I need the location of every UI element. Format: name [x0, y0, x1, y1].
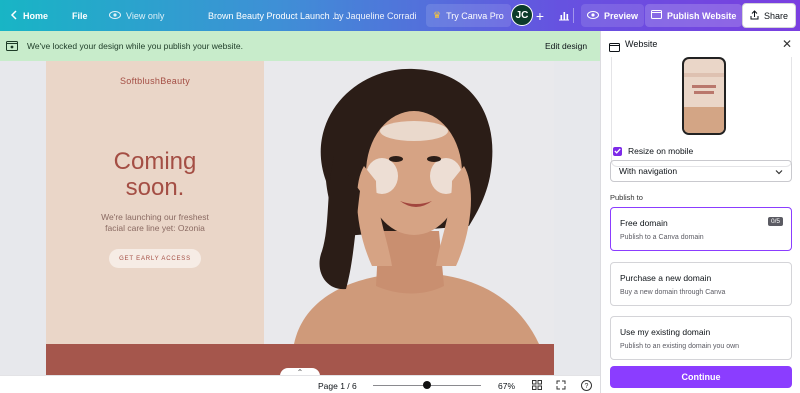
document-title[interactable]: Brown Beauty Product Launch ... [208, 0, 340, 31]
purchase-domain-option[interactable]: Purchase a new domain Buy a new domain t… [610, 262, 792, 306]
try-pro-label: Try Canva Pro [446, 10, 504, 21]
publish-website-panel: Website ✕ Resize on mobile With navigati… [600, 31, 800, 393]
subheading: We're launching our freshest facial care… [76, 212, 234, 234]
resize-on-mobile-option[interactable]: Resize on mobile [613, 146, 693, 156]
continue-button[interactable]: Continue [610, 366, 792, 388]
add-collaborator-plus-icon[interactable]: + [534, 0, 546, 31]
eye-icon [587, 10, 599, 21]
lock-website-icon [6, 41, 18, 53]
zoom-level[interactable]: 67% [498, 381, 515, 391]
design-canvas: SoftblushBeauty Coming soon. We're launc… [0, 61, 600, 375]
view-only-label: View only [126, 10, 165, 21]
resize-label: Resize on mobile [628, 146, 694, 156]
option-title: Free domain [620, 218, 668, 228]
navigation-select[interactable]: With navigation [610, 160, 792, 182]
option-subtitle: Buy a new domain through Canva [620, 289, 726, 296]
headline-line-2: soon. [125, 174, 185, 201]
grid-view-icon[interactable] [531, 379, 543, 391]
document-author: by Jaqueline Corradi [334, 10, 417, 21]
bottom-bar: Page 1 / 6 67% ? [0, 375, 600, 393]
publish-website-button[interactable]: Publish Website [645, 4, 743, 27]
page-indicator[interactable]: Page 1 / 6 [318, 381, 357, 391]
share-label: Share [764, 10, 789, 21]
brand-name: SoftblushBeauty [119, 76, 191, 86]
text-panel: SoftblushBeauty Coming soon. We're launc… [46, 61, 264, 344]
home-button[interactable]: Home [10, 0, 48, 31]
fullscreen-icon[interactable] [555, 379, 567, 391]
option-title: Purchase a new domain [620, 273, 712, 283]
try-canva-pro-button[interactable]: ♛ Try Canva Pro [426, 4, 511, 27]
panel-title: Website [625, 39, 658, 49]
free-domain-option[interactable]: Free domain 0/5 Publish to a Canva domai… [610, 207, 792, 251]
navigation-select-value: With navigation [619, 166, 678, 176]
chevron-left-icon [10, 9, 18, 22]
view-only-indicator[interactable]: View only [109, 0, 164, 31]
headline-line-1: Coming [113, 148, 197, 175]
chevron-down-icon [775, 167, 783, 177]
phone-mockup [682, 57, 726, 135]
existing-domain-option[interactable]: Use my existing domain Publish to an exi… [610, 316, 792, 360]
top-bar: Home File View only Brown Beauty Product… [0, 0, 800, 31]
option-subtitle: Publish to a Canva domain [620, 234, 704, 241]
website-icon [651, 10, 662, 21]
preview-label: Preview [604, 10, 639, 21]
crown-icon: ♛ [433, 10, 442, 20]
preview-button[interactable]: Preview [581, 4, 645, 27]
home-label: Home [23, 10, 49, 21]
design-page[interactable]: SoftblushBeauty Coming soon. We're launc… [46, 61, 554, 375]
edit-design-button[interactable]: Edit design [537, 37, 596, 55]
option-subtitle: Publish to an existing domain you own [620, 343, 740, 350]
publish-label: Publish Website [667, 10, 737, 21]
phone-screen [684, 59, 724, 133]
zoom-slider-handle[interactable] [423, 381, 431, 389]
website-icon [609, 39, 620, 57]
usage-badge: 0/5 [767, 217, 783, 226]
headline: Coming soon. [46, 149, 264, 201]
close-icon[interactable]: ✕ [782, 37, 792, 51]
eye-icon [109, 10, 121, 21]
share-upload-icon [750, 9, 759, 22]
banner-message: We've locked your design while you publi… [27, 41, 243, 51]
panel-header: Website ✕ [601, 31, 800, 57]
toolbar-divider [573, 8, 574, 23]
model-photo [264, 61, 554, 344]
resize-checkbox[interactable] [613, 146, 622, 156]
locked-banner: We've locked your design while you publi… [0, 31, 600, 61]
subheading-line-1: We're launching our freshest [101, 212, 209, 222]
svg-text:?: ? [584, 383, 588, 390]
subheading-line-2: facial care line yet: Ozonia [105, 223, 205, 233]
get-early-access-button[interactable]: GET EARLY ACCESS [109, 249, 201, 268]
publish-to-label: Publish to [610, 193, 643, 202]
help-icon[interactable]: ? [580, 379, 592, 391]
option-title: Use my existing domain [620, 327, 711, 337]
insights-chart-icon[interactable] [553, 0, 575, 31]
file-menu[interactable]: File [72, 0, 88, 31]
avatar[interactable]: JC [511, 4, 533, 26]
share-button[interactable]: Share [742, 3, 797, 28]
